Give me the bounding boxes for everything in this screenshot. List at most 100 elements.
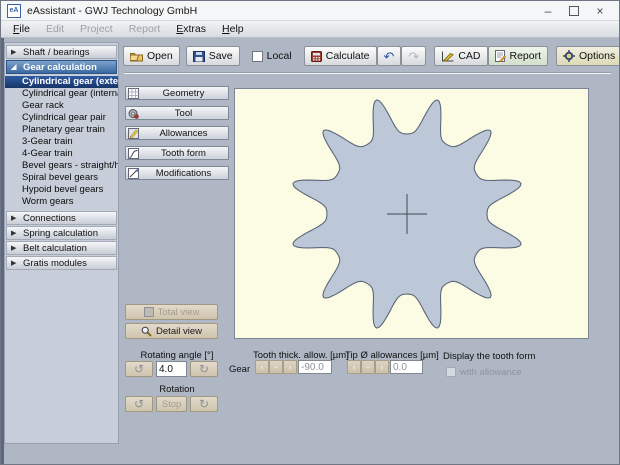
display-tooth-form-label: Display the tooth form [443, 351, 535, 362]
sidebar-section-gear-calculation[interactable]: ◢ Gear calculation [6, 60, 117, 74]
sidebar-item-planetary-gear-train[interactable]: Planetary gear train [5, 124, 118, 136]
rotation-stop-button: Stop [156, 396, 187, 412]
rotate-cw-icon: ↻ [199, 398, 209, 410]
tooth-thickness-next-button: › [283, 360, 297, 374]
tooth-thickness-prev-button: ‹ [255, 360, 269, 374]
minimize-button[interactable]: – [535, 2, 561, 20]
local-checkbox-field[interactable]: Local [252, 50, 292, 62]
rotating-angle-input[interactable] [156, 361, 187, 377]
geometry-grid-icon [128, 88, 139, 99]
tool-button[interactable]: Tool [125, 106, 229, 120]
sidebar-section-connections[interactable]: ▶ Connections [6, 211, 117, 225]
section-label: Shaft / bearings [23, 47, 90, 58]
magnifier-icon [141, 326, 152, 337]
menu-extras[interactable]: Extras [168, 22, 214, 36]
sidebar-item-bevel-gears[interactable]: Bevel gears - straight/helical [5, 160, 118, 172]
menu-bar: File Edit Project Report Extras Help [1, 21, 619, 38]
redo-button[interactable]: ↷ [401, 46, 426, 66]
tooth-form-label: Tooth form [141, 148, 226, 159]
gear-canvas[interactable] [234, 88, 589, 339]
open-button[interactable]: Open [123, 46, 180, 66]
gear-row-label: Gear [229, 364, 250, 375]
calculate-button[interactable]: Calculate [304, 46, 377, 66]
sidebar-section-spring-calculation[interactable]: ▶ Spring calculation [6, 226, 117, 240]
rotating-angle-label: Rotating angle [°] [125, 350, 229, 361]
menu-edit: Edit [38, 22, 72, 36]
allowances-button[interactable]: Allowances [125, 126, 229, 140]
section-label: Spring calculation [23, 228, 98, 239]
app-logo-icon: eA [7, 4, 21, 18]
collapsed-arrow-icon: ▶ [11, 229, 19, 237]
sidebar-section-gratis-modules[interactable]: ▶ Gratis modules [6, 256, 117, 270]
detail-view-button[interactable]: Detail view [125, 323, 218, 339]
expanded-arrow-icon: ◢ [11, 63, 19, 71]
main-toolbar: Open Save Local Calculate ↶ ↷ CAD Report [123, 44, 615, 68]
maximize-icon [569, 6, 579, 16]
sidebar-item-cylindrical-gear-pair[interactable]: Cylindrical gear pair [5, 112, 118, 124]
sidebar-section-shaft-bearings[interactable]: ▶ Shaft / bearings [6, 45, 117, 59]
allowances-icon [128, 128, 139, 139]
total-view-icon [144, 307, 154, 317]
sidebar-item-worm-gears[interactable]: Worm gears [5, 196, 118, 208]
options-gear-icon [563, 50, 575, 62]
collapsed-arrow-icon: ▶ [11, 214, 19, 222]
report-button[interactable]: Report [488, 46, 549, 66]
sidebar-item-4-gear-train[interactable]: 4-Gear train [5, 148, 118, 160]
close-button[interactable]: × [587, 2, 613, 20]
cad-icon [441, 51, 454, 62]
section-label: Connections [23, 213, 76, 224]
tooth-form-button[interactable]: Tooth form [125, 146, 229, 160]
sidebar-item-cylindrical-gear-external[interactable]: Cylindrical gear (external) [5, 76, 118, 88]
redo-icon: ↷ [408, 50, 419, 63]
sidebar-item-gear-rack[interactable]: Gear rack [5, 100, 118, 112]
rotation-cw-button[interactable]: ↻ [190, 396, 218, 412]
gear-svg [235, 89, 588, 338]
collapsed-arrow-icon: ▶ [11, 259, 19, 267]
geometry-label: Geometry [141, 88, 226, 99]
tool-cutter-icon [128, 108, 139, 119]
gear-items-list: Cylindrical gear (external) Cylindrical … [5, 74, 118, 210]
tip-allowances-minus-button: − [361, 360, 375, 374]
rotate-cw-button[interactable]: ↻ [190, 361, 218, 377]
modifications-button[interactable]: Modifications [125, 166, 229, 180]
cad-label: CAD [458, 50, 480, 62]
save-button[interactable]: Save [186, 46, 240, 66]
options-button[interactable]: Options [556, 46, 620, 66]
calculator-icon [311, 51, 322, 62]
calculate-label: Calculate [326, 50, 370, 62]
geometry-button[interactable]: Geometry [125, 86, 229, 100]
options-label: Options [579, 50, 615, 62]
rotation-label: Rotation [125, 384, 229, 395]
app-window: eA eAssistant - GWJ Technology GmbH – × … [0, 0, 620, 465]
total-view-label: Total view [158, 307, 200, 318]
rotation-ccw-button[interactable]: ↺ [125, 396, 153, 412]
menu-file[interactable]: File [5, 22, 38, 36]
tip-allowances-input[interactable] [390, 360, 423, 374]
maximize-button[interactable] [561, 2, 587, 20]
window-title: eAssistant - GWJ Technology GmbH [27, 5, 535, 17]
save-disk-icon [193, 51, 205, 62]
collapsed-arrow-icon: ▶ [11, 48, 19, 56]
section-label: Belt calculation [23, 243, 87, 254]
tooth-thickness-input[interactable] [298, 360, 332, 374]
allowances-label: Allowances [141, 128, 226, 139]
rotate-ccw-button[interactable]: ↺ [125, 361, 153, 377]
rotate-ccw-icon: ↺ [134, 398, 144, 410]
local-checkbox[interactable] [252, 51, 263, 62]
total-view-button: Total view [125, 304, 218, 320]
menu-report: Report [121, 22, 169, 36]
menu-help[interactable]: Help [214, 22, 252, 36]
sidebar-item-hypoid-bevel-gears[interactable]: Hypoid bevel gears [5, 184, 118, 196]
sidebar-item-cylindrical-gear-internal[interactable]: Cylindrical gear (internal) [5, 88, 118, 100]
tooth-thickness-minus-button: − [269, 360, 283, 374]
undo-button[interactable]: ↶ [377, 46, 402, 66]
undo-icon: ↶ [384, 50, 395, 63]
sidebar-item-3-gear-train[interactable]: 3-Gear train [5, 136, 118, 148]
cad-button[interactable]: CAD [434, 46, 487, 66]
sidebar-item-spiral-bevel-gears[interactable]: Spiral bevel gears [5, 172, 118, 184]
section-label: Gear calculation [23, 62, 97, 73]
section-label: Gratis modules [23, 258, 87, 269]
sidebar-section-belt-calculation[interactable]: ▶ Belt calculation [6, 241, 117, 255]
rotate-cw-icon: ↻ [199, 363, 209, 375]
tip-allowances-prev-button: ‹ [347, 360, 361, 374]
